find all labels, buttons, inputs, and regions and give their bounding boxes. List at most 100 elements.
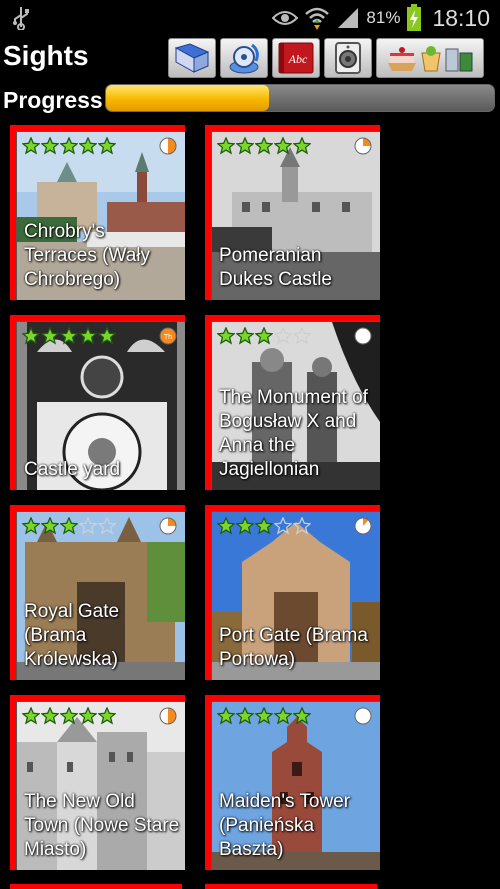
star-filled-icon — [41, 137, 59, 155]
svg-text:Th: Th — [164, 334, 172, 341]
star-filled-icon — [293, 707, 311, 725]
sight-name: The Monument of Bogusław X and Anna the … — [219, 387, 368, 480]
star-empty-icon — [274, 327, 292, 345]
star-filled-icon — [79, 327, 97, 345]
sight-card[interactable]: Royal Gate (Brama Królewska) — [10, 505, 185, 680]
sight-name: The New Old Town (Nowe Stare Miasto) — [24, 791, 180, 860]
star-filled-icon — [274, 707, 292, 725]
star-filled-icon — [98, 137, 116, 155]
card-frame — [10, 695, 16, 870]
star-filled-icon — [60, 517, 78, 535]
card-frame — [10, 505, 185, 511]
star-filled-icon — [22, 707, 40, 725]
sight-name: Maiden's Tower (Panieńska Baszta) — [219, 791, 351, 860]
sight-card[interactable]: The New Old Town (Nowe Stare Miasto) — [10, 695, 185, 870]
sight-name: Castle yard — [24, 459, 121, 480]
star-empty-icon — [274, 517, 292, 535]
star-filled-icon — [79, 707, 97, 725]
star-filled-icon — [217, 137, 235, 155]
usb-icon — [13, 7, 29, 30]
battery-charging-icon — [407, 4, 422, 31]
rating-stars — [217, 517, 311, 535]
progress-label: Progress — [3, 87, 103, 113]
card-frame — [205, 505, 211, 680]
rating-stars — [217, 137, 311, 155]
wifi-icon — [305, 7, 330, 30]
star-filled-icon — [41, 517, 59, 535]
timer-icon — [159, 137, 177, 155]
timer-icon — [159, 707, 177, 725]
star-filled-icon — [236, 137, 254, 155]
rating-stars — [217, 327, 311, 345]
card-frame — [10, 695, 185, 701]
signal-icon — [338, 8, 359, 28]
star-filled-icon — [60, 137, 78, 155]
card-frame — [10, 505, 16, 680]
page-title: Sights — [3, 40, 89, 71]
star-filled-icon — [255, 707, 273, 725]
card-frame — [10, 125, 185, 131]
star-filled-icon — [98, 707, 116, 725]
progress-row: Progress — [0, 80, 500, 118]
sight-card[interactable]: The Monument of Bogusław X and Anna the … — [205, 315, 380, 490]
card-frame — [205, 315, 211, 490]
sight-name: Pomeranian Dukes Castle — [219, 245, 332, 290]
toolbar: Abc — [168, 38, 484, 78]
map-icon — [174, 43, 210, 73]
star-empty-icon — [293, 517, 311, 535]
card-frame — [205, 695, 211, 870]
dictionary-button[interactable]: Abc — [272, 38, 320, 78]
star-filled-icon — [255, 327, 273, 345]
timer-icon — [159, 517, 177, 535]
sight-card[interactable]: Th Castle yard — [10, 315, 185, 490]
card-frame — [10, 315, 16, 490]
star-filled-icon — [236, 327, 254, 345]
food-drinks-button[interactable] — [376, 38, 484, 78]
timer-icon — [354, 137, 372, 155]
sight-name: Royal Gate (Brama Królewska) — [24, 601, 120, 670]
star-empty-icon — [79, 517, 97, 535]
star-filled-icon — [22, 137, 40, 155]
sight-card[interactable]: Maiden's Tower (Panieńska Baszta) — [205, 695, 380, 870]
timer-icon: Th — [159, 327, 177, 345]
speaker-icon — [335, 42, 361, 74]
star-filled-icon — [79, 137, 97, 155]
rating-stars — [22, 517, 116, 535]
sight-card[interactable]: Chrobry's Terraces (Wały Chrobrego) — [10, 125, 185, 300]
sight-name: Chrobry's Terraces (Wały Chrobrego) — [24, 221, 150, 290]
card-frame — [10, 315, 185, 321]
star-filled-icon — [98, 327, 116, 345]
star-filled-icon — [274, 137, 292, 155]
clock: 18:10 — [432, 4, 490, 31]
star-filled-icon — [217, 707, 235, 725]
food-drinks-icon — [388, 46, 473, 72]
compass-icon — [229, 43, 259, 74]
battery-percentage: 81% — [366, 8, 401, 27]
star-filled-icon — [255, 517, 273, 535]
eye-icon — [272, 11, 299, 25]
card-frame — [10, 125, 16, 300]
header: Sights Abc — [0, 36, 500, 80]
progress-bar — [105, 84, 495, 112]
svg-text:Abc: Abc — [288, 52, 308, 66]
star-filled-icon — [217, 517, 235, 535]
sight-card[interactable]: Port Gate (Brama Portowa) — [205, 505, 380, 680]
timer-icon — [354, 707, 372, 725]
star-empty-icon — [98, 517, 116, 535]
star-filled-icon — [41, 327, 59, 345]
progress-fill — [106, 85, 269, 111]
card-frame — [205, 315, 380, 321]
compass-button[interactable] — [220, 38, 268, 78]
status-bar: 81% 18:10 — [0, 0, 500, 36]
sight-name: Port Gate (Brama Portowa) — [219, 625, 368, 670]
star-filled-icon — [255, 137, 273, 155]
rating-stars — [217, 707, 311, 725]
speaker-button[interactable] — [324, 38, 372, 78]
timer-icon — [354, 517, 372, 535]
next-row-edge — [10, 884, 380, 889]
star-filled-icon — [293, 137, 311, 155]
map-button[interactable] — [168, 38, 216, 78]
dictionary-icon: Abc — [278, 42, 314, 74]
rating-stars — [22, 707, 116, 725]
sight-card[interactable]: Pomeranian Dukes Castle — [205, 125, 380, 300]
